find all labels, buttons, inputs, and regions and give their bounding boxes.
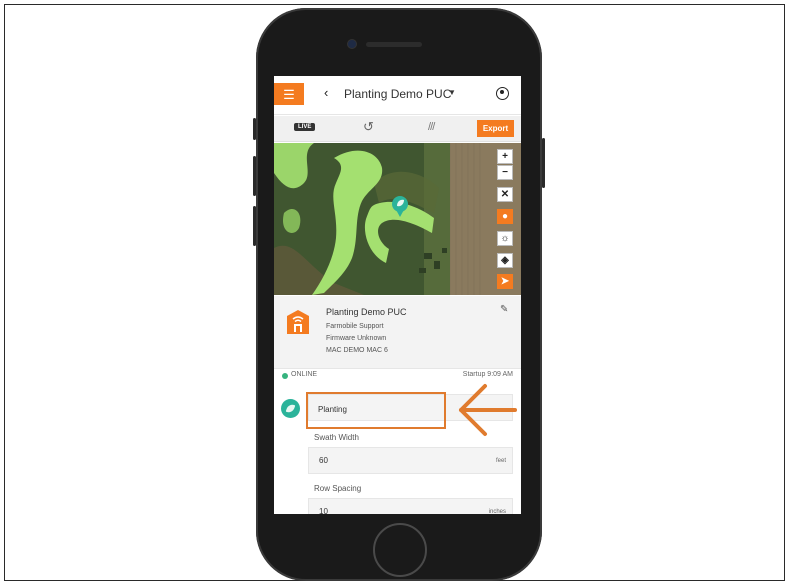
- startup-time: Startup 9:09 AM: [462, 371, 513, 378]
- hamburger-menu-icon: ☰: [283, 86, 295, 102]
- swath-width-unit: feet: [495, 458, 506, 464]
- locate-icon[interactable]: ➤: [497, 274, 513, 289]
- device-name: Planting Demo PUC: [326, 307, 407, 317]
- weather-icon[interactable]: ☼: [497, 231, 513, 246]
- globe-icon[interactable]: ●: [497, 209, 513, 224]
- online-status: ONLINE: [291, 371, 318, 378]
- caret-down-icon[interactable]: ▼: [448, 88, 456, 97]
- volume-down-button: [253, 206, 256, 246]
- zoom-out-button[interactable]: −: [497, 165, 513, 180]
- device-owner: Farmobile Support: [326, 323, 384, 330]
- history-icon[interactable]: ↺: [363, 119, 374, 135]
- row-spacing-unit: inches: [488, 509, 506, 514]
- front-camera: [348, 40, 356, 48]
- chevron-left-icon[interactable]: ‹: [324, 85, 328, 100]
- row-spacing-label: Row Spacing: [314, 484, 362, 493]
- row-spacing-value: 10: [319, 507, 328, 514]
- device-mac: MAC DEMO MAC 6: [326, 347, 388, 354]
- view-tabs: LIVE ↺ / / / Export: [274, 116, 521, 142]
- fullscreen-icon[interactable]: ✕: [497, 187, 513, 202]
- home-button[interactable]: [373, 523, 427, 577]
- hamburger-menu-button[interactable]: ☰: [274, 83, 304, 105]
- annotation-arrow-icon: [459, 384, 517, 436]
- pencil-icon[interactable]: ✎: [500, 304, 508, 315]
- field-map[interactable]: + − ✕ ● ☼ ◈ ➤: [274, 143, 521, 295]
- mute-switch: [253, 118, 256, 140]
- operation-type-value: Planting: [318, 405, 347, 414]
- leaf-icon: [281, 399, 300, 418]
- user-account-icon[interactable]: [496, 87, 509, 100]
- farmobile-device-icon: [287, 310, 309, 334]
- app-header: ☰ ‹ Planting Demo PUC ▼: [274, 76, 521, 115]
- volume-up-button: [253, 156, 256, 196]
- page-title[interactable]: Planting Demo PUC: [344, 87, 451, 101]
- layers-icon[interactable]: ◈: [497, 253, 513, 268]
- tab-live[interactable]: LIVE: [294, 123, 316, 131]
- power-button: [542, 138, 545, 188]
- row-spacing-field[interactable]: 10 inches: [308, 498, 513, 514]
- swath-width-field[interactable]: 60 feet: [308, 447, 513, 474]
- export-button[interactable]: Export: [477, 120, 514, 137]
- hatch-layer-icon[interactable]: / / /: [428, 121, 435, 133]
- swath-width-label: Swath Width: [314, 433, 359, 442]
- device-card[interactable]: Planting Demo PUC Farmobile Support Firm…: [274, 296, 521, 369]
- device-firmware: Firmware Unknown: [326, 335, 387, 342]
- earpiece-speaker: [366, 42, 422, 47]
- swath-width-value: 60: [319, 456, 328, 465]
- satellite-map-image: [274, 143, 521, 295]
- zoom-in-button[interactable]: +: [497, 149, 513, 164]
- online-status-dot: [282, 373, 288, 379]
- app-screen: ☰ ‹ Planting Demo PUC ▼ LIVE ↺ / / / Exp…: [274, 76, 521, 514]
